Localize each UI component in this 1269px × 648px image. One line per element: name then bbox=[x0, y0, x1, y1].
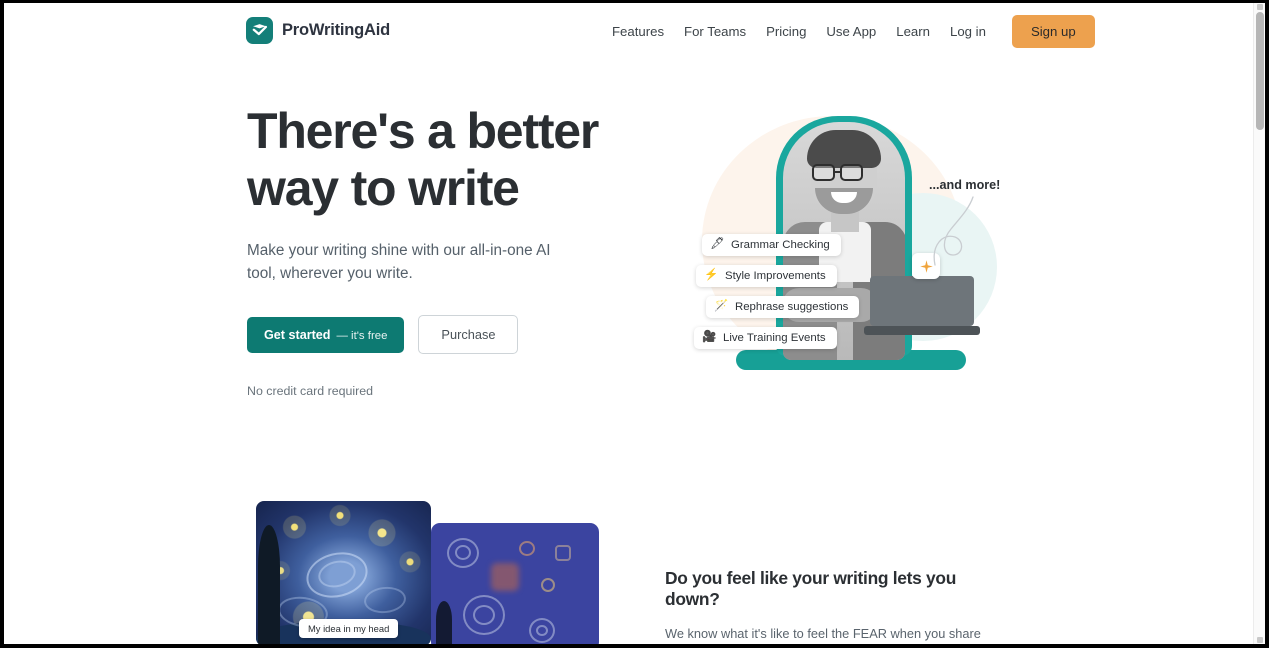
nav-item-for-teams[interactable]: For Teams bbox=[674, 3, 756, 60]
feature-chip-style-improvements: ⚡ Style Improvements bbox=[696, 265, 837, 287]
glasses-left-lens bbox=[812, 164, 835, 181]
and-more-label: ...and more! bbox=[929, 178, 1001, 192]
hero-subtitle: Make your writing shine with our all-in-… bbox=[247, 242, 551, 282]
section2-illustration: My idea in my head bbox=[256, 501, 601, 644]
panel-swirl bbox=[555, 545, 571, 561]
main-navigation: Features For Teams Pricing Use App Learn… bbox=[602, 3, 1095, 60]
idea-caption-label: My idea in my head bbox=[299, 619, 399, 638]
site-logo-text: ProWritingAid bbox=[282, 21, 391, 39]
laptop-screen bbox=[870, 276, 974, 326]
video-camera-icon: 🎥 bbox=[702, 331, 717, 344]
purchase-button[interactable]: Purchase bbox=[418, 315, 519, 354]
magic-wand-icon: 🪄 bbox=[714, 300, 729, 313]
feature-chip-label: Live Training Events bbox=[723, 332, 826, 344]
panel-cypress-shape bbox=[436, 601, 452, 644]
hero-copy: There's a better way to write Make your … bbox=[247, 103, 627, 398]
feature-chip-rephrase-suggestions: 🪄 Rephrase suggestions bbox=[706, 296, 860, 318]
nav-item-log-in[interactable]: Log in bbox=[940, 3, 996, 60]
nav-item-use-app[interactable]: Use App bbox=[816, 3, 886, 60]
scroll-down-arrow-icon[interactable] bbox=[1257, 637, 1263, 643]
browser-viewport: ProWritingAid Features For Teams Pricing… bbox=[4, 3, 1265, 644]
panel-swirl bbox=[541, 578, 555, 592]
site-logo[interactable]: ProWritingAid bbox=[246, 17, 390, 44]
pen-icon: 🖋 bbox=[710, 238, 725, 251]
no-credit-card-note: No credit card required bbox=[247, 384, 374, 398]
lightning-bolt-icon: ⚡ bbox=[704, 269, 719, 282]
laptop-base bbox=[864, 326, 980, 335]
panel-swirl bbox=[473, 605, 495, 625]
feature-chip-list: 🖋 Grammar Checking ⚡ Style Improvements … bbox=[694, 234, 860, 358]
feature-chip-label: Rephrase suggestions bbox=[735, 301, 849, 313]
nav-item-learn[interactable]: Learn bbox=[886, 3, 940, 60]
scroll-up-arrow-icon[interactable] bbox=[1257, 4, 1263, 10]
hair bbox=[807, 130, 881, 168]
feature-chip-label: Style Improvements bbox=[725, 270, 826, 282]
section2-body: We know what it's like to feel the FEAR … bbox=[665, 626, 981, 641]
page-title: There's a better way to write bbox=[247, 103, 627, 217]
laptop-illustration bbox=[864, 276, 980, 338]
section2-copy: Do you feel like your writing lets you d… bbox=[665, 568, 1015, 644]
hero-cta-group: Get started — it's free Purchase bbox=[247, 315, 627, 354]
page-content: ProWritingAid Features For Teams Pricing… bbox=[4, 3, 1253, 644]
panel-blur-shape bbox=[491, 563, 519, 591]
hero-illustration: ...and more! 🖋 Grammar Checking ⚡ Style … bbox=[664, 98, 1044, 398]
panel-swirl bbox=[536, 625, 548, 636]
glasses-right-lens bbox=[840, 164, 863, 181]
nav-item-features[interactable]: Features bbox=[602, 3, 674, 60]
section2-heading: Do you feel like your writing lets you d… bbox=[665, 568, 957, 609]
starry-cypress-tree bbox=[258, 525, 280, 644]
feature-chip-label: Grammar Checking bbox=[731, 239, 830, 251]
prowritingaid-logo-icon bbox=[246, 17, 273, 44]
blue-sparse-panel bbox=[431, 523, 599, 644]
hero-title-line-2: way to write bbox=[247, 160, 520, 216]
site-header: ProWritingAid Features For Teams Pricing… bbox=[4, 3, 1253, 60]
panel-swirl bbox=[519, 541, 535, 556]
feature-chip-grammar-checking: 🖋 Grammar Checking bbox=[702, 234, 841, 256]
get-started-button[interactable]: Get started — it's free bbox=[247, 316, 405, 353]
scrollbar-thumb[interactable] bbox=[1256, 12, 1264, 130]
sign-up-button[interactable]: Sign up bbox=[1011, 15, 1095, 48]
get-started-label: Get started bbox=[264, 327, 331, 342]
starry-swirl bbox=[362, 584, 408, 616]
vertical-scrollbar[interactable] bbox=[1253, 3, 1265, 644]
glasses-bridge bbox=[834, 171, 841, 174]
feature-chip-live-training-events: 🎥 Live Training Events bbox=[694, 327, 837, 349]
panel-swirl bbox=[455, 545, 471, 560]
hero-title-line-1: There's a better bbox=[247, 103, 599, 159]
nav-item-pricing[interactable]: Pricing bbox=[756, 3, 816, 60]
get-started-suffix: — it's free bbox=[336, 329, 388, 342]
curly-pointer-line bbox=[933, 196, 974, 266]
